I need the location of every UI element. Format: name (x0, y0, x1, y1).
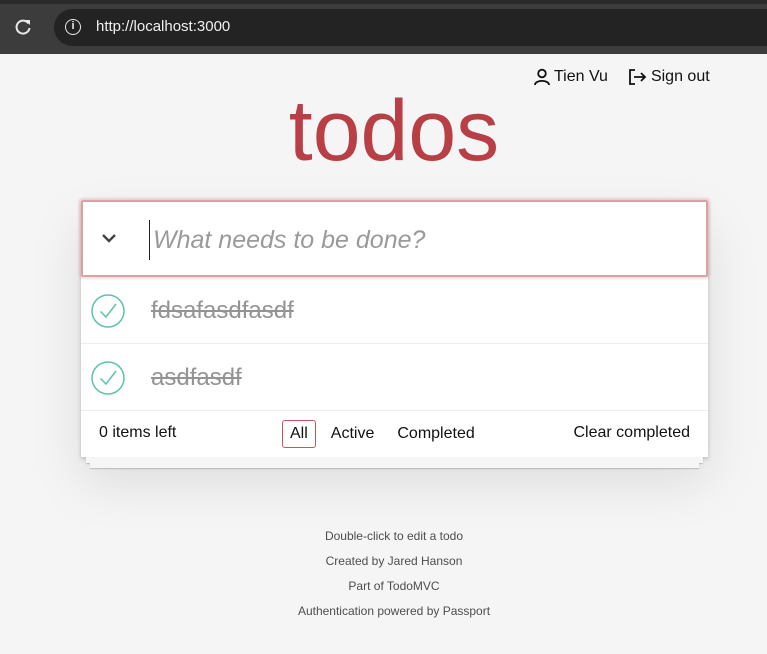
address-bar[interactable]: i http://localhost:3000 (54, 9, 767, 46)
checkmark-icon[interactable] (90, 360, 126, 396)
todo-item[interactable]: asdfasdf (81, 344, 708, 411)
filter-completed[interactable]: Completed (389, 420, 482, 448)
reload-icon[interactable] (13, 17, 33, 37)
items-left-count: 0 items left (99, 424, 177, 441)
info-line-todomvc: Part of TodoMVC (348, 579, 440, 593)
todo-item[interactable]: fdsafasdfasdf (81, 277, 708, 344)
stack-shadow (90, 463, 699, 468)
todo-label[interactable]: asdfasdf (151, 364, 242, 392)
filter-active[interactable]: Active (323, 420, 383, 448)
browser-toolbar: i http://localhost:3000 (0, 0, 767, 54)
todo-label[interactable]: fdsafasdfasdf (151, 297, 294, 325)
filters: All Active Completed (282, 420, 490, 448)
todo-footer: 0 items left All Active Completed Clear … (81, 411, 708, 457)
checkmark-icon[interactable] (90, 293, 126, 329)
info-line-edit-hint: Double-click to edit a todo (324, 529, 464, 543)
info-line-credit: Created by Jared Hanson (325, 554, 463, 568)
info-icon[interactable]: i (65, 19, 81, 35)
new-todo-row (81, 200, 708, 277)
app-title: todos (288, 83, 500, 179)
clear-completed-button[interactable]: Clear completed (574, 424, 691, 442)
info-footer: Double-click to edit a todo Created by J… (0, 529, 767, 629)
browser-tab-strip (0, 0, 767, 4)
filter-all[interactable]: All (282, 420, 316, 448)
chevron-down-icon[interactable] (98, 227, 120, 249)
info-line-passport: Authentication powered by Passport (297, 604, 491, 618)
url-text[interactable]: http://localhost:3000 (96, 18, 230, 35)
new-todo-input[interactable] (149, 220, 689, 260)
todo-app: fdsafasdfasdf asdfasdf 0 items left All … (81, 200, 708, 457)
